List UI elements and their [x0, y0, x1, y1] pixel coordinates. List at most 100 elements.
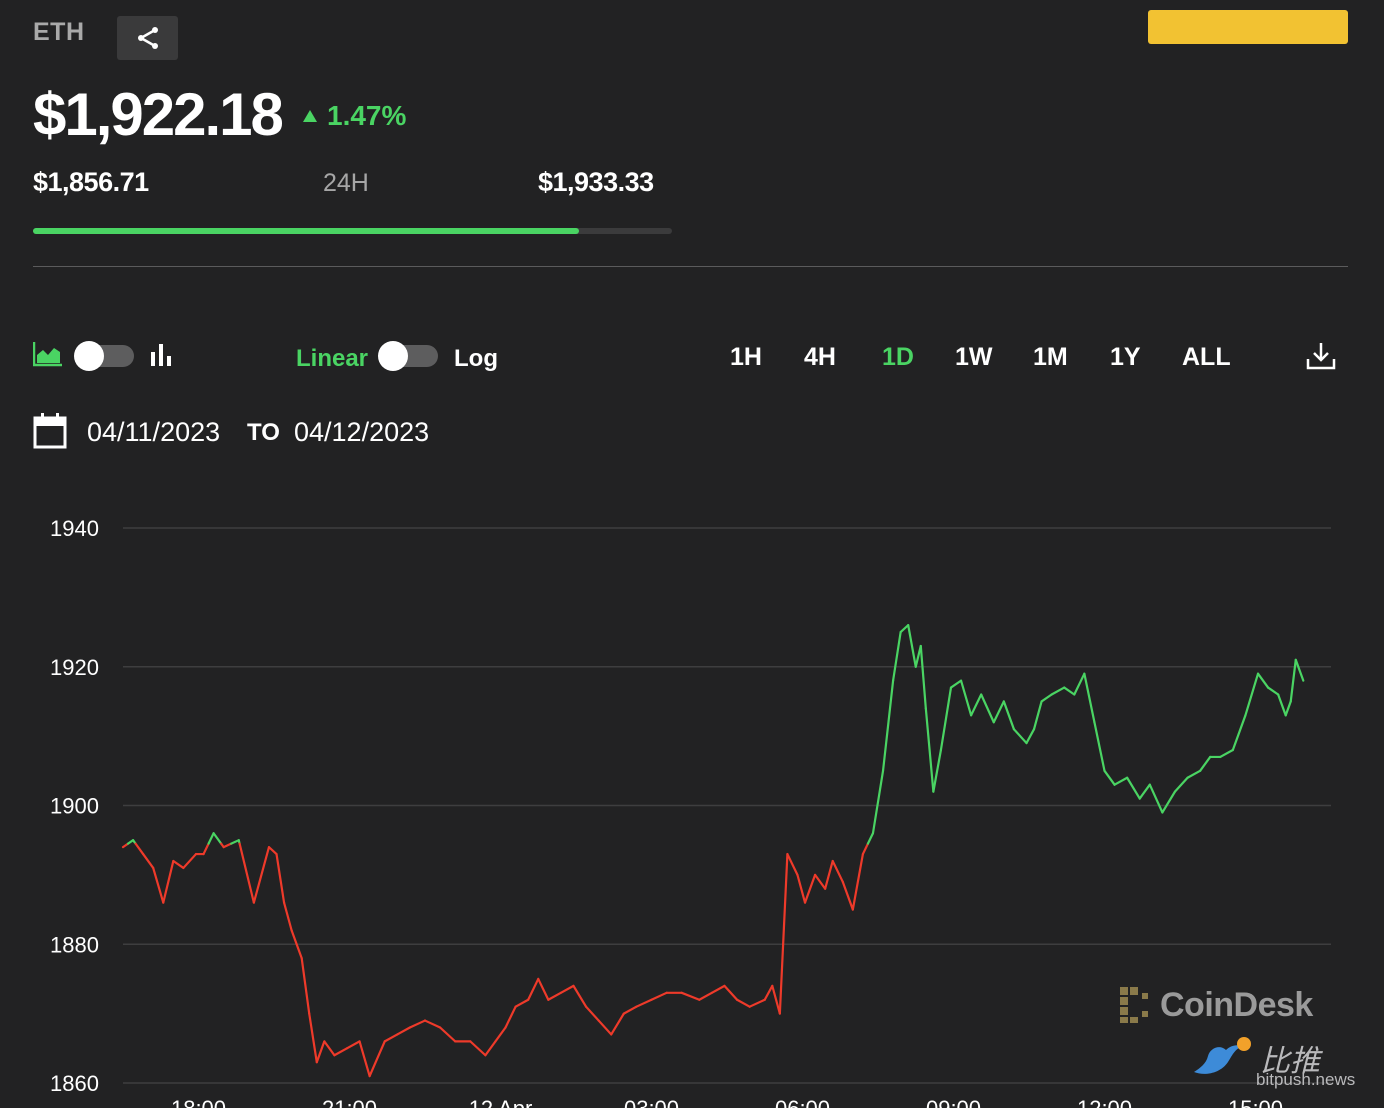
range-bar: [33, 228, 672, 234]
timeframe-all[interactable]: ALL: [1182, 343, 1231, 372]
price-line-segment: [238, 842, 255, 904]
price-line-segment: [831, 859, 844, 883]
price-line-segment: [635, 998, 653, 1008]
price-line-segment: [871, 769, 885, 835]
price-line-segment: [735, 998, 751, 1008]
price-line-segment: [1148, 783, 1164, 814]
price-line-segment: [748, 998, 766, 1008]
timeframe-1d[interactable]: 1D: [882, 343, 914, 372]
bitpush-watermark: 比推 bitpush.news: [1190, 1036, 1355, 1089]
price-line-segment: [1138, 783, 1151, 800]
bar-chart-icon[interactable]: [149, 342, 173, 373]
share-button[interactable]: [117, 16, 178, 60]
price-line-segment: [924, 707, 935, 793]
buy-sell-button[interactable]: [1148, 10, 1348, 44]
price-line-segment: [622, 1005, 638, 1015]
price-line-segment: [514, 998, 530, 1008]
price-line-segment: [1266, 686, 1280, 696]
price-line-segment: [504, 1005, 517, 1029]
price-line-segment: [932, 748, 943, 793]
up-triangle-icon: [303, 110, 317, 122]
x-tick-label: 21:00: [322, 1096, 377, 1108]
price-line-segment: [368, 1040, 386, 1078]
x-tick-label: 18:00: [171, 1096, 226, 1108]
timeframe-4h[interactable]: 4H: [804, 343, 836, 372]
price-line-segment: [408, 1019, 427, 1029]
price-line-segment: [841, 880, 854, 911]
range-bar-fill: [33, 228, 579, 234]
price-line-segment: [207, 832, 215, 845]
scale-toggle[interactable]: [378, 341, 438, 371]
chart-type-toggle[interactable]: [74, 341, 134, 371]
price-line-segment: [1050, 686, 1066, 696]
price-line-segment: [439, 1026, 457, 1043]
calendar-icon[interactable]: [33, 413, 67, 454]
timeframe-1h[interactable]: 1H: [730, 343, 762, 372]
y-tick-label: 1880: [50, 932, 99, 957]
price-line-segment: [358, 1040, 371, 1078]
download-icon[interactable]: [1306, 341, 1336, 376]
price-line-segment: [866, 832, 875, 845]
price-line-segment: [1231, 714, 1247, 752]
price-line-segment: [275, 852, 286, 904]
price-line-segment: [396, 1026, 411, 1036]
scale-linear-label[interactable]: Linear: [296, 345, 368, 373]
range-period-label: 24H: [323, 169, 369, 197]
date-to-label: TO: [247, 419, 280, 446]
price-line-segment: [267, 846, 278, 856]
x-tick-label: 15:00: [1228, 1096, 1283, 1108]
price-line-segment: [891, 630, 902, 682]
scale-log-label[interactable]: Log: [454, 345, 498, 373]
area-chart-icon[interactable]: [32, 341, 63, 372]
price-line-segment: [919, 644, 927, 710]
timeframe-1m[interactable]: 1M: [1033, 343, 1068, 372]
price-line-segment: [212, 832, 223, 845]
bird-logo-icon: [1194, 1037, 1251, 1074]
timeframe-1w[interactable]: 1W: [955, 343, 993, 372]
price-line-segment: [1294, 658, 1305, 682]
price-line-segment: [1040, 693, 1053, 703]
price-line-segment: [1256, 672, 1270, 689]
price-line-segment: [881, 679, 895, 772]
price-line-segment: [333, 1047, 349, 1057]
price-line-segment: [345, 1040, 361, 1050]
price-line-segment: [383, 1033, 399, 1043]
price-line-segment: [796, 873, 807, 904]
coindesk-logo-icon: [1120, 987, 1148, 1023]
price-line-segment: [1002, 700, 1016, 731]
price-line-segment: [949, 679, 963, 689]
coindesk-brand: CoinDesk: [1160, 985, 1313, 1024]
price-line-segment: [484, 1040, 497, 1057]
price-line-segment: [1199, 755, 1212, 772]
x-tick-label: 09:00: [926, 1096, 981, 1108]
price-line-segment: [907, 624, 917, 668]
price-line-segment: [723, 984, 739, 1001]
y-tick-label: 1920: [50, 655, 99, 680]
price-line-segment: [423, 1019, 442, 1029]
price-line-segment: [559, 984, 575, 994]
price-line-segment: [597, 1019, 613, 1036]
price-line-segment: [1025, 728, 1036, 745]
price-line-segment: [803, 873, 817, 904]
date-from[interactable]: 04/11/2023: [87, 417, 220, 448]
price-line-segment: [824, 859, 834, 890]
date-to[interactable]: 04/12/2023: [294, 417, 429, 448]
current-price: $1,922.18: [33, 81, 284, 148]
price-line-segment: [861, 842, 870, 856]
timeframe-1y[interactable]: 1Y: [1110, 343, 1141, 372]
price-line-segment: [1186, 769, 1202, 779]
price-line-segment: [134, 842, 145, 856]
price-line-segment: [584, 1005, 600, 1022]
price-line-segment: [710, 984, 726, 994]
price-line-segment: [1126, 776, 1141, 800]
price-line-segment: [813, 873, 827, 890]
price-line-segment: [970, 693, 983, 717]
price-line-segment: [222, 842, 233, 849]
x-tick-label: 03:00: [624, 1096, 679, 1108]
range-high: $1,933.33: [538, 167, 654, 197]
coindesk-watermark: CoinDesk: [1118, 985, 1313, 1025]
price-line-segment: [142, 852, 155, 870]
price-line-segment: [202, 842, 210, 856]
price-change-percent: 1.47%: [327, 100, 407, 131]
price-line-segment: [680, 991, 701, 1001]
